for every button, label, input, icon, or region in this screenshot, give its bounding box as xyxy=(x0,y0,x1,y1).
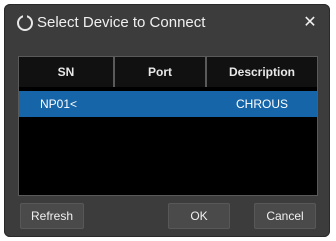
device-table: SN Port Description NP01< CHROUS xyxy=(18,56,318,196)
table-header: SN Port Description xyxy=(19,57,317,87)
column-header-sn[interactable]: SN xyxy=(19,57,115,87)
refresh-button[interactable]: Refresh xyxy=(20,203,84,229)
cell-description: CHROUS xyxy=(235,97,288,111)
table-row[interactable]: NP01< CHROUS xyxy=(19,91,317,117)
ok-button[interactable]: OK xyxy=(168,203,230,229)
cancel-button[interactable]: Cancel xyxy=(254,203,316,229)
title-bar: Select Device to Connect ✕ xyxy=(4,4,330,42)
column-header-port[interactable]: Port xyxy=(115,57,207,87)
select-device-dialog: Select Device to Connect ✕ SN Port Descr… xyxy=(4,4,330,237)
device-ring-icon xyxy=(17,14,33,31)
column-header-description[interactable]: Description xyxy=(207,57,317,87)
cell-port xyxy=(115,91,207,117)
dialog-title: Select Device to Connect xyxy=(37,14,206,31)
close-button[interactable]: ✕ xyxy=(300,13,320,33)
cell-sn: NP01< xyxy=(40,97,78,111)
